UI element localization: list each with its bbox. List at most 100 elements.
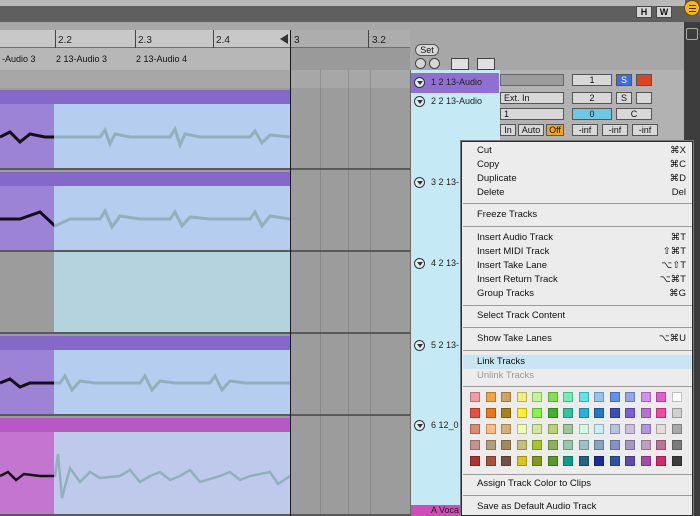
input-type-field[interactable] (500, 74, 564, 86)
color-swatch[interactable] (501, 456, 511, 466)
color-swatch[interactable] (485, 408, 496, 418)
color-swatch[interactable] (563, 456, 573, 466)
menu-item-insert-take-lane[interactable]: Insert Take Lane ⌥⇧T (463, 259, 692, 273)
color-swatch[interactable] (609, 456, 620, 466)
track-number-field[interactable]: 1 (572, 74, 612, 86)
color-swatch[interactable] (625, 392, 635, 402)
color-swatch[interactable] (625, 408, 635, 418)
color-swatch[interactable] (485, 424, 496, 434)
menu-item-select-track-content[interactable]: Select Track Content (463, 309, 692, 323)
menu-item-cut[interactable]: Cut ⌘X (463, 144, 692, 158)
menu-item-link-tracks[interactable]: Link Tracks (463, 355, 692, 369)
solo-button[interactable]: S (616, 92, 632, 104)
expand-icon[interactable] (451, 58, 469, 70)
color-swatch[interactable] (640, 440, 651, 450)
fold-icon[interactable] (414, 96, 425, 107)
track-header[interactable]: 2 2 13-Audio (411, 92, 499, 112)
color-swatch[interactable] (516, 440, 527, 450)
time-selection[interactable] (54, 104, 290, 168)
color-swatch[interactable] (671, 424, 682, 434)
color-palette[interactable] (470, 392, 690, 470)
set-button[interactable]: Set (415, 44, 439, 56)
track-number-field[interactable]: 2 (572, 92, 612, 104)
color-swatch[interactable] (625, 424, 635, 434)
color-swatch[interactable] (671, 408, 682, 418)
main-menu-icon[interactable] (684, 0, 700, 16)
color-swatch[interactable] (532, 408, 542, 418)
fold-icon[interactable] (414, 258, 425, 269)
color-swatch[interactable] (470, 408, 480, 418)
color-swatch[interactable] (501, 424, 511, 434)
color-swatch[interactable] (625, 440, 635, 450)
track-header[interactable]: 1 2 13-Audio (411, 73, 499, 93)
menu-item-group-tracks[interactable]: Group Tracks ⌘G (463, 287, 692, 301)
color-swatch[interactable] (470, 456, 480, 466)
color-swatch[interactable] (640, 424, 651, 434)
color-swatch[interactable] (532, 456, 542, 466)
color-swatch[interactable] (578, 440, 589, 450)
color-swatch[interactable] (470, 424, 480, 434)
color-swatch[interactable] (516, 392, 527, 402)
color-swatch[interactable] (671, 456, 682, 466)
color-swatch[interactable] (547, 392, 558, 402)
fold-icon[interactable] (414, 420, 425, 431)
lock-icon[interactable] (477, 58, 495, 70)
time-selection[interactable] (54, 186, 290, 250)
color-swatch[interactable] (501, 408, 511, 418)
menu-item-insert-return-track[interactable]: Insert Return Track ⌥⌘T (463, 273, 692, 287)
menu-item-freeze-tracks[interactable]: Freeze Tracks (463, 208, 692, 222)
color-swatch[interactable] (470, 392, 480, 402)
monitor-off-button[interactable]: Off (546, 124, 564, 136)
color-swatch[interactable] (485, 392, 496, 402)
color-swatch[interactable] (671, 440, 682, 450)
color-swatch[interactable] (671, 392, 682, 402)
color-swatch[interactable] (656, 440, 666, 450)
clip-header[interactable] (0, 336, 290, 350)
color-swatch[interactable] (563, 440, 573, 450)
color-swatch[interactable] (485, 440, 496, 450)
color-swatch[interactable] (609, 392, 620, 402)
color-swatch[interactable] (609, 440, 620, 450)
fold-icon[interactable] (414, 177, 425, 188)
color-swatch[interactable] (563, 424, 573, 434)
next-locator-icon[interactable] (429, 58, 440, 69)
menu-item-delete[interactable]: Delete Del (463, 186, 692, 200)
color-swatch[interactable] (516, 408, 527, 418)
fold-icon[interactable] (414, 77, 425, 88)
color-swatch[interactable] (656, 456, 666, 466)
monitor-in-button[interactable]: In (500, 124, 516, 136)
color-swatch[interactable] (594, 408, 604, 418)
color-swatch[interactable] (609, 408, 620, 418)
arm-record-button[interactable] (636, 92, 652, 104)
color-swatch[interactable] (485, 456, 496, 466)
grid-icon[interactable] (686, 28, 698, 40)
solo-button[interactable]: S (616, 74, 632, 86)
beat-ruler-right[interactable]: 3 3.2 (290, 30, 410, 48)
menu-item-assign-track-color[interactable]: Assign Track Color to Clips (463, 477, 692, 491)
color-swatch[interactable] (578, 424, 589, 434)
color-swatch[interactable] (640, 408, 651, 418)
color-swatch[interactable] (640, 456, 651, 466)
time-selection[interactable] (54, 432, 290, 514)
time-selection[interactable] (54, 350, 290, 414)
color-swatch[interactable] (563, 392, 573, 402)
loop-marker-icon[interactable] (280, 34, 288, 44)
color-swatch[interactable] (594, 440, 604, 450)
pan-field[interactable]: C (616, 108, 652, 120)
menu-item-insert-audio-track[interactable]: Insert Audio Track ⌘T (463, 231, 692, 245)
beat-ruler[interactable]: 2.2 2.3 2.4 (0, 30, 290, 48)
input-type-select[interactable]: Ext. In (500, 92, 564, 104)
color-swatch[interactable] (547, 424, 558, 434)
send-c-field[interactable]: -inf (632, 124, 658, 136)
color-swatch[interactable] (594, 392, 604, 402)
time-selection[interactable] (54, 252, 290, 332)
color-swatch[interactable] (532, 424, 542, 434)
color-swatch[interactable] (501, 392, 511, 402)
color-swatch[interactable] (594, 456, 604, 466)
color-swatch[interactable] (578, 392, 589, 402)
send-a-field[interactable]: -inf (572, 124, 598, 136)
color-swatch[interactable] (578, 408, 589, 418)
volume-field[interactable]: 0 (572, 108, 612, 120)
arm-record-button[interactable] (636, 74, 652, 86)
color-swatch[interactable] (532, 440, 542, 450)
